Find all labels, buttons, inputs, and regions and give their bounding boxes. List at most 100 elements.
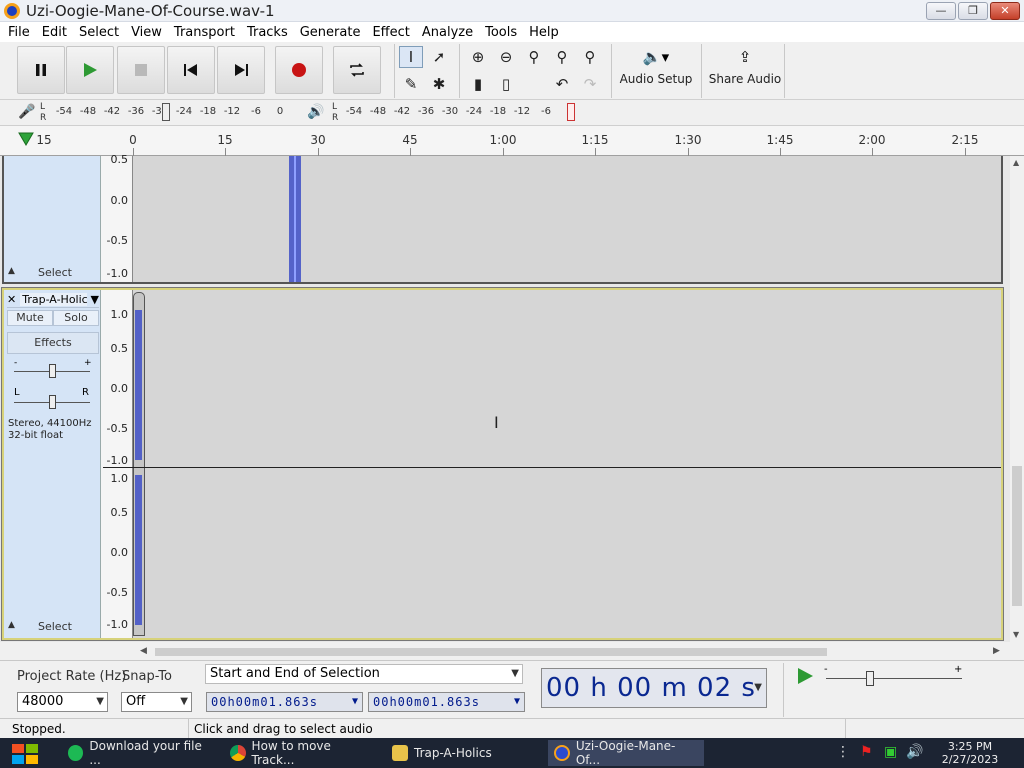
vertical-scrollbar[interactable]: ▲ ▼ [1010, 156, 1024, 642]
draw-tool-icon[interactable]: ✎ [399, 73, 423, 95]
flag-icon[interactable]: ⚑ [860, 744, 873, 760]
scroll-down-icon[interactable]: ▼ [1013, 630, 1019, 639]
meter-tick: -42 [103, 106, 121, 117]
rec-meter-slider[interactable] [162, 103, 170, 121]
skip-to-start-button[interactable] [167, 46, 215, 94]
menu-help[interactable]: Help [523, 25, 565, 40]
microphone-icon[interactable]: 🎤 [18, 104, 35, 120]
audio-clip-waveform-left[interactable] [135, 310, 142, 460]
track-2-select-button[interactable]: Select [38, 620, 72, 633]
record-button[interactable] [275, 46, 323, 94]
vertical-scroll-thumb[interactable] [1012, 466, 1022, 606]
gain-max-label: + [84, 358, 92, 368]
close-icon[interactable]: ✕ [990, 2, 1020, 20]
windows-start-icon[interactable] [10, 743, 42, 765]
fit-project-icon[interactable]: ⚲ [550, 46, 574, 68]
selection-start-time[interactable]: 00h00m01.863s ▼ [206, 692, 363, 712]
selection-end-time[interactable]: 00h00m01.863s ▼ [368, 692, 525, 712]
taskbar-item-spotify[interactable]: Download your file ... [62, 739, 218, 767]
scroll-left-icon[interactable]: ◀ [140, 646, 147, 656]
speaker-meter-icon[interactable]: 🔊 [307, 104, 324, 120]
track-2-name[interactable]: Trap-A-Holic [20, 293, 87, 306]
track-1[interactable]: ▲ Select 0.5 0.0 -0.5 -1.0 [2, 153, 1003, 284]
track-2[interactable]: ✕ Trap-A-Holic ▼ Mute Solo Effects - + L… [1, 287, 1004, 641]
collapse-icon[interactable]: ▲ [8, 266, 15, 276]
menu-tracks[interactable]: Tracks [241, 25, 294, 40]
envelope-tool-icon[interactable]: ➚ [427, 46, 451, 68]
snap-to-value: Off [126, 694, 146, 709]
menu-transport[interactable]: Transport [168, 25, 241, 40]
audio-setup-button[interactable]: 🔈▾ Audio Setup [618, 48, 694, 94]
meter-tick: -24 [175, 106, 193, 117]
recording-meter[interactable]: -54 -48 -42 -36 -30 -24 -18 -12 -6 0 [52, 106, 292, 117]
multi-tool-icon[interactable]: ✱ [427, 73, 451, 95]
track-1-waveform[interactable] [133, 156, 1001, 282]
undo-icon[interactable]: ↶ [550, 73, 574, 95]
silence-audio-icon[interactable]: ▯ [494, 73, 518, 95]
menu-file[interactable]: File [2, 25, 36, 40]
menu-select[interactable]: Select [73, 25, 125, 40]
taskbar-item-folder[interactable]: Trap-A-Holics [386, 740, 542, 766]
tray-overflow-icon[interactable]: ⋮ [836, 744, 850, 760]
pin-playhead-icon[interactable] [18, 132, 34, 149]
horizontal-scrollbar[interactable]: ◀ ▶ [0, 644, 1010, 660]
play-button[interactable] [66, 46, 114, 94]
track-area[interactable]: ▲ Select 0.5 0.0 -0.5 -1.0 ✕ Trap-A-Holi… [0, 153, 1010, 642]
track-2-waveform[interactable]: I [103, 290, 1001, 638]
timeline-ruler[interactable]: 15 0 15 30 45 1:00 1:15 1:30 1:45 2:00 2… [0, 126, 1024, 156]
scroll-up-icon[interactable]: ▲ [1013, 158, 1019, 167]
redo-icon[interactable]: ↷ [578, 73, 602, 95]
play-at-speed-icon[interactable] [796, 667, 814, 688]
volume-icon[interactable]: 🔊 [906, 744, 923, 760]
playback-speed-thumb[interactable] [866, 671, 874, 686]
play-meter-slider[interactable] [567, 103, 575, 121]
pause-button[interactable] [17, 46, 65, 94]
skip-to-end-button[interactable] [217, 46, 265, 94]
playback-speed-track[interactable] [826, 678, 962, 679]
trim-audio-icon[interactable]: ▮ [466, 73, 490, 95]
track-2-control-panel[interactable]: ✕ Trap-A-Holic ▼ Mute Solo Effects - + L… [4, 290, 101, 638]
audio-clip-waveform-right[interactable] [135, 475, 142, 625]
taskbar-item-chrome[interactable]: How to move Track... [224, 739, 380, 767]
track-menu-chevron-down-icon[interactable]: ▼ [91, 293, 99, 306]
audio-position-display[interactable]: 00 h 00 m 02 s ▼ [541, 668, 767, 708]
stop-button[interactable] [117, 46, 165, 94]
solo-button[interactable]: Solo [53, 310, 99, 326]
loop-button[interactable] [333, 46, 381, 94]
mute-button[interactable]: Mute [7, 310, 53, 326]
network-icon[interactable]: ▣ [884, 744, 897, 760]
menu-view[interactable]: View [125, 25, 168, 40]
playback-meter[interactable]: -54 -48 -42 -36 -30 -24 -18 -12 -6 [342, 106, 558, 117]
project-rate-select[interactable]: 48000 ▼ [17, 692, 108, 712]
menu-effect[interactable]: Effect [366, 25, 415, 40]
gain-slider-thumb[interactable] [49, 364, 56, 378]
horizontal-scroll-thumb[interactable] [155, 648, 827, 656]
taskbar-item-label: How to move Track... [251, 739, 331, 767]
meter-tick: -12 [223, 106, 241, 117]
track-2-header[interactable]: ✕ Trap-A-Holic ▼ [7, 292, 99, 308]
menu-analyze[interactable]: Analyze [416, 25, 479, 40]
zoom-out-icon[interactable]: ⊖ [494, 46, 518, 68]
selection-mode-select[interactable]: Start and End of Selection ▼ [205, 664, 523, 684]
selection-tool-icon[interactable]: I [399, 46, 423, 68]
track-1-control-panel[interactable]: ▲ Select [4, 156, 101, 282]
effects-button[interactable]: Effects [7, 332, 99, 354]
scroll-right-icon[interactable]: ▶ [993, 646, 1000, 656]
fit-selection-icon[interactable]: ⚲ [522, 46, 546, 68]
menu-tools[interactable]: Tools [479, 25, 523, 40]
zoom-toggle-icon[interactable]: ⚲ [578, 46, 602, 68]
share-audio-button[interactable]: ⇪ Share Audio [707, 48, 783, 94]
minimize-icon[interactable]: — [926, 2, 956, 20]
stop-icon [135, 64, 147, 76]
pan-slider-thumb[interactable] [49, 395, 56, 409]
taskbar-item-audacity[interactable]: Uzi-Oogie-Mane-Of... [548, 739, 704, 767]
menu-generate[interactable]: Generate [294, 25, 367, 40]
snap-to-select[interactable]: Off ▼ [121, 692, 192, 712]
zoom-in-icon[interactable]: ⊕ [466, 46, 490, 68]
track-1-select-button[interactable]: Select [38, 266, 72, 279]
collapse-icon[interactable]: ▲ [8, 620, 15, 630]
menu-edit[interactable]: Edit [36, 25, 73, 40]
restore-icon[interactable]: ❐ [958, 2, 988, 20]
system-clock[interactable]: 3:25 PM 2/27/2023 [938, 740, 1002, 766]
close-track-icon[interactable]: ✕ [7, 293, 16, 306]
